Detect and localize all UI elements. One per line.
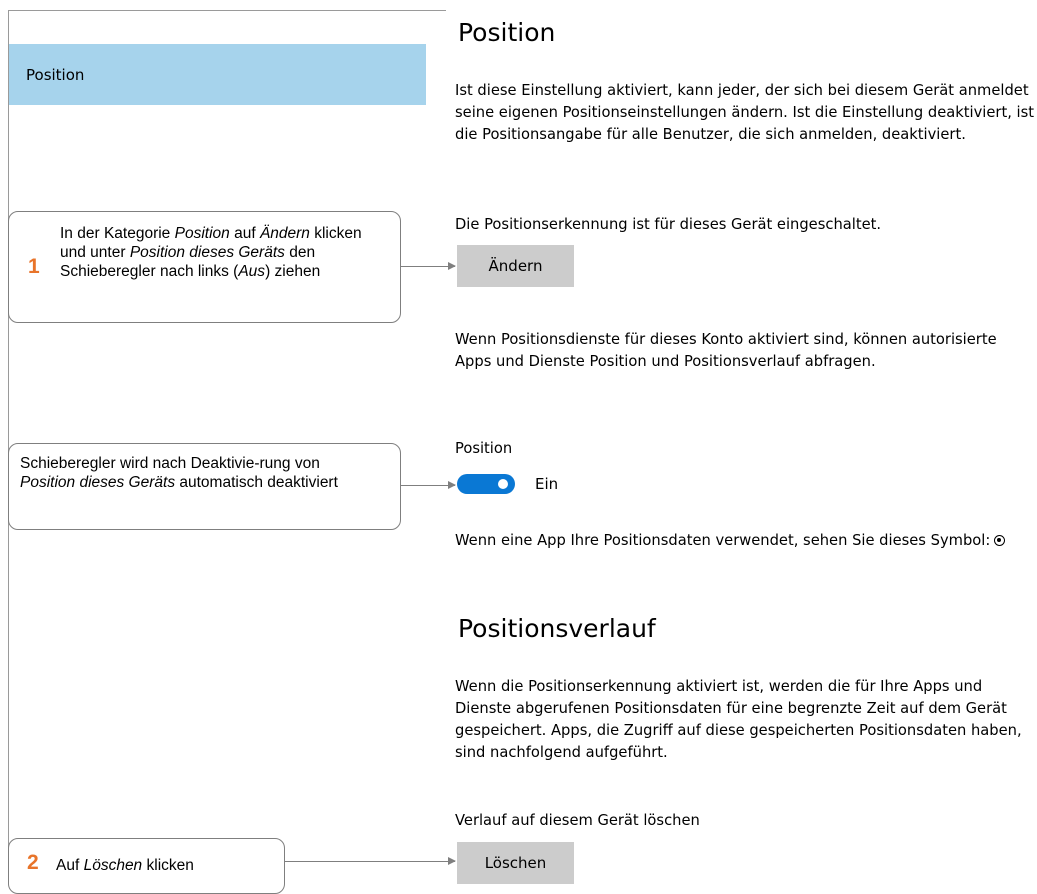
change-button[interactable]: Ändern [457, 245, 574, 287]
step-1-text-italic: Position [174, 225, 230, 242]
callout-1-arrow [401, 262, 456, 270]
step-1-text-part: ) ziehen [265, 263, 321, 280]
callout-note-arrow [401, 481, 456, 489]
position-heading: Position [458, 18, 556, 47]
account-description: Wenn Positionsdienste für dieses Konto a… [455, 331, 997, 370]
callout-note: Schieberegler wird nach Deaktivie-rung v… [8, 443, 401, 530]
note-text-italic: Position dieses Geräts [20, 474, 176, 491]
clear-button[interactable]: Löschen [457, 842, 574, 884]
callout-step-1: 1 In der Kategorie Position auf Ändern k… [8, 211, 401, 323]
callout-2-arrow [285, 857, 456, 865]
frame-left-border [8, 10, 9, 882]
step-2-text: Auf Löschen klicken [56, 856, 276, 875]
step-1-number: 1 [28, 255, 40, 278]
device-status-text: Die Positionserkennung ist für dieses Ge… [455, 216, 882, 233]
note-text: Schieberegler wird nach Deaktivie-rung v… [20, 454, 360, 492]
location-in-use-icon [994, 535, 1006, 546]
step-2-text-part: klicken [142, 857, 194, 874]
step-2-text-part: Auf [56, 857, 84, 874]
nav-item-position[interactable]: Position [9, 44, 426, 105]
toggle-state-label: Ein [535, 475, 559, 493]
symbol-note: Wenn eine App Ihre Positionsdaten verwen… [455, 530, 1025, 552]
history-heading: Positionsverlauf [458, 614, 656, 643]
position-toggle-row: Ein [457, 474, 558, 494]
step-1-text-part: In der Kategorie [60, 225, 175, 242]
nav-item-position-label: Position [26, 65, 85, 84]
step-1-text-italic: Position dieses Geräts [129, 244, 285, 261]
frame-top-border [8, 10, 446, 11]
step-1-text: In der Kategorie Position auf Ändern kli… [60, 224, 390, 281]
history-description: Wenn die Positionserkennung aktiviert is… [455, 678, 1022, 761]
step-1-text-italic: Aus [238, 263, 266, 280]
step-2-number: 2 [27, 851, 39, 874]
symbol-note-text: Wenn eine App Ihre Positionsdaten verwen… [455, 532, 991, 549]
note-text-part: automatisch deaktiviert [175, 474, 338, 491]
toggle-title: Position [455, 440, 513, 457]
position-toggle-switch[interactable] [457, 474, 515, 494]
note-text-part: Schieberegler wird nach Deaktivie-rung v… [20, 455, 320, 472]
position-description: Ist diese Einstellung aktiviert, kann je… [455, 82, 1035, 143]
step-1-text-part: auf [229, 225, 260, 242]
callout-step-2: 2 Auf Löschen klicken [8, 838, 285, 894]
step-2-text-italic: Löschen [83, 857, 143, 874]
clear-history-label: Verlauf auf diesem Gerät löschen [455, 812, 700, 829]
step-1-text-italic: Ändern [259, 225, 310, 242]
toggle-knob [498, 479, 508, 489]
